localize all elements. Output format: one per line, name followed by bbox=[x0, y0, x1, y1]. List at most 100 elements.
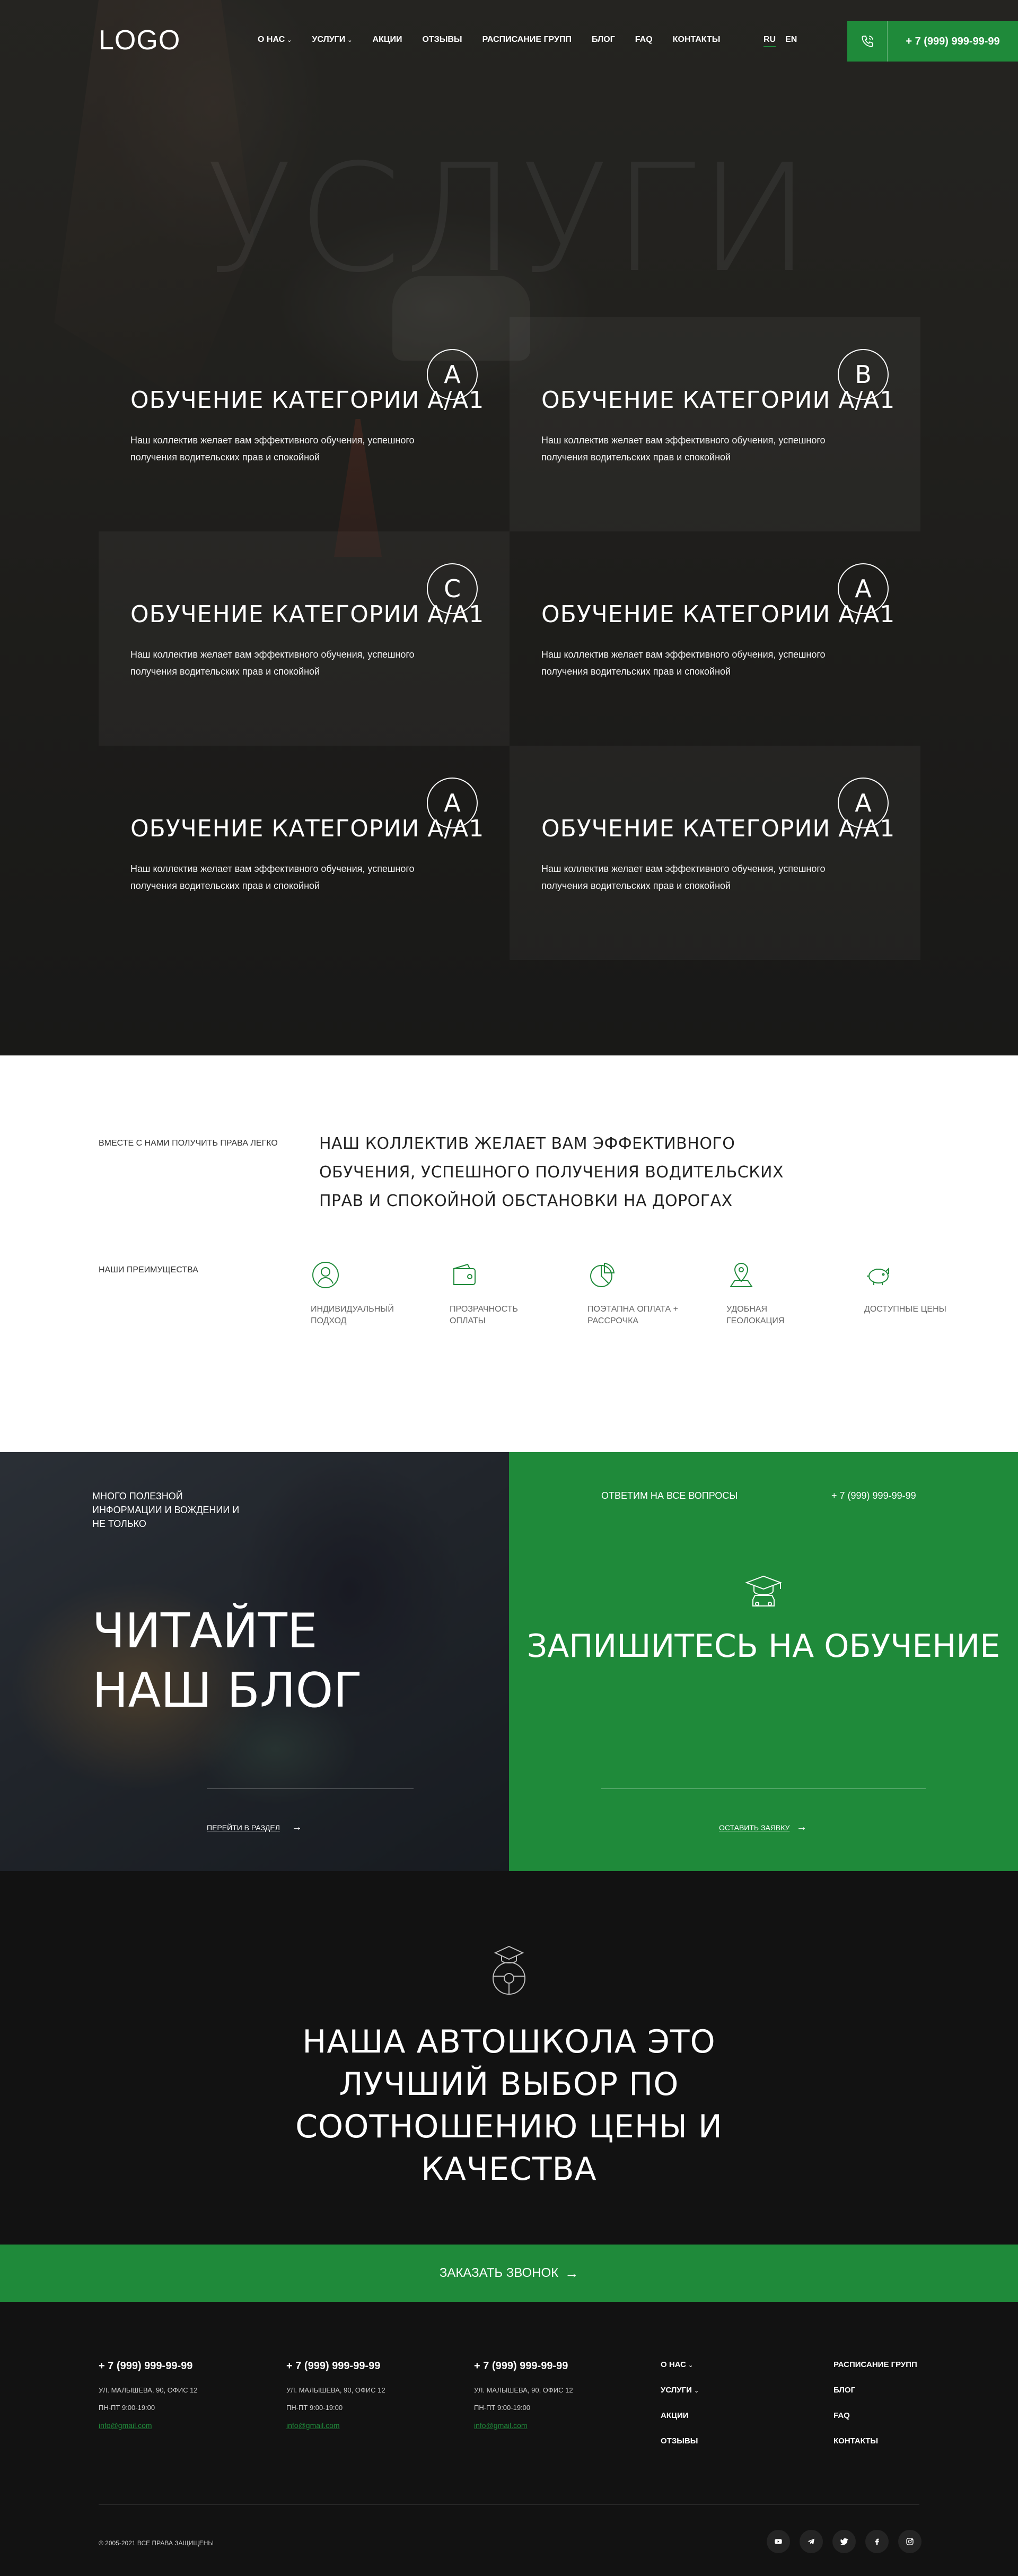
footer-contact: + 7 (999) 999-99-99 УЛ. МАЛЫШЕВА, 90, ОФ… bbox=[474, 2360, 644, 2430]
facebook-icon[interactable] bbox=[865, 2530, 889, 2553]
wallet-icon bbox=[453, 1263, 476, 1285]
advantage-label: ДОСТУПНЫЕ ЦЕНЫ bbox=[864, 1305, 946, 1314]
map-pin-icon bbox=[730, 1262, 753, 1287]
advantage-label: ПРОЗРАЧНОСТЬ ОПЛАТЫ bbox=[450, 1305, 518, 1325]
blog-link[interactable]: ПЕРЕЙТИ В РАЗДЕЛ bbox=[207, 1823, 280, 1832]
advantage-label: УДОБНАЯ ГЕОЛОКАЦИЯ bbox=[726, 1305, 785, 1325]
copyright: © 2005-2021 ВСЕ ПРАВА ЗАЩИЩЕНЫ bbox=[99, 2539, 214, 2547]
footer-link-blog[interactable]: БЛОГ bbox=[833, 2386, 917, 2411]
service-card[interactable]: ОБУЧЕНИЕ КАТЕГОРИИ А/А1 Наш коллектив же… bbox=[510, 317, 920, 531]
category-badge: B bbox=[838, 349, 889, 400]
chevron-down-icon: ⌄ bbox=[694, 2388, 699, 2394]
footer-link-label: О НАС bbox=[661, 2360, 686, 2369]
category-badge: A bbox=[427, 349, 478, 400]
footer-link-about[interactable]: О НАС ⌄ bbox=[661, 2360, 699, 2386]
advantage-item: УДОБНАЯ ГЕОЛОКАЦИЯ bbox=[726, 1260, 822, 1327]
nav-item-faq[interactable]: FAQ bbox=[635, 35, 653, 45]
youtube-icon[interactable] bbox=[767, 2530, 790, 2553]
service-card[interactable]: ОБУЧЕНИЕ КАТЕГОРИИ А/А1 Наш коллектив же… bbox=[99, 317, 510, 531]
blog-title: ЧИТАЙТЕ НАШ БЛОГ bbox=[92, 1603, 363, 1718]
header-phone-button[interactable]: + 7 (999) 999-99-99 bbox=[847, 21, 1018, 62]
instagram-icon[interactable] bbox=[898, 2530, 922, 2553]
tagline-title: НАША АВТОШКОЛА ЭТО ЛУЧШИЙ ВЫБОР ПО СООТН… bbox=[295, 2023, 723, 2188]
service-card[interactable]: ОБУЧЕНИЕ КАТЕГОРИИ А/А1 Наш коллектив же… bbox=[99, 531, 510, 746]
footer-phone[interactable]: + 7 (999) 999-99-99 bbox=[474, 2360, 644, 2372]
nav-item-about[interactable]: О НАС ⌄ bbox=[258, 35, 292, 45]
footer-link-contacts[interactable]: КОНТАКТЫ bbox=[833, 2437, 917, 2462]
hero-watermark: УСЛУГИ bbox=[204, 133, 814, 305]
footer-hours: ПН-ПТ 9:00-19:00 bbox=[286, 2404, 343, 2412]
logo[interactable]: LOGO bbox=[99, 24, 180, 56]
tagline-section: НАША АВТОШКОЛА ЭТО ЛУЧШИЙ ВЫБОР ПО СООТН… bbox=[0, 1871, 1018, 2245]
footer-phone[interactable]: + 7 (999) 999-99-99 bbox=[286, 2360, 456, 2372]
advantage-item: ПРОЗРАЧНОСТЬ ОПЛАТЫ bbox=[450, 1260, 545, 1327]
footer-address: УЛ. МАЛЫШЕВА, 90, ОФИС 12 bbox=[99, 2386, 198, 2394]
footer-contact: + 7 (999) 999-99-99 УЛ. МАЛЫШЕВА, 90, ОФ… bbox=[99, 2360, 268, 2430]
blog-promo: МНОГО ПОЛЕЗНОЙ ИНФОРМАЦИИ И ВОЖДЕНИИ И Н… bbox=[0, 1452, 509, 1871]
footer-link-faq[interactable]: FAQ bbox=[833, 2411, 917, 2437]
phone-icon bbox=[847, 21, 888, 62]
service-card[interactable]: ОБУЧЕНИЕ КАТЕГОРИИ А/А1 Наш коллектив же… bbox=[510, 531, 920, 746]
about-text: НАШ КОЛЛЕКТИВ ЖЕЛАЕТ ВАМ ЭФФЕКТИВНОГО ОБ… bbox=[319, 1134, 784, 1210]
footer-phone[interactable]: + 7 (999) 999-99-99 bbox=[99, 2360, 268, 2372]
site-header: LOGO О НАС ⌄ УСЛУГИ ⌄ АКЦИИ ОТЗЫВЫ РАСПИСА… bbox=[0, 0, 1018, 64]
advantages-label: НАШИ ПРЕИМУЩЕСТВА bbox=[99, 1265, 198, 1274]
footer-address: УЛ. МАЛЫШЕВА, 90, ОФИС 12 bbox=[474, 2386, 573, 2394]
service-description: Наш коллектив желает вам эффективного об… bbox=[541, 435, 826, 462]
footer-email[interactable]: info@gmail.com bbox=[474, 2421, 644, 2430]
footer-link-reviews[interactable]: ОТЗЫВЫ bbox=[661, 2437, 699, 2462]
category-badge: A bbox=[838, 778, 889, 828]
footer-divider bbox=[99, 2504, 919, 2505]
header-phone-number: + 7 (999) 999-99-99 bbox=[906, 35, 1000, 47]
graduation-car-icon bbox=[745, 1575, 782, 1606]
footer-email[interactable]: info@gmail.com bbox=[99, 2421, 268, 2430]
lang-ru[interactable]: RU bbox=[763, 35, 776, 47]
blog-kicker: МНОГО ПОЛЕЗНОЙ ИНФОРМАЦИИ И ВОЖДЕНИИ И Н… bbox=[92, 1491, 240, 1529]
nav-item-schedule[interactable]: РАСПИСАНИЕ ГРУПП bbox=[482, 35, 572, 45]
footer-link-promotions[interactable]: АКЦИИ bbox=[661, 2411, 699, 2437]
footer-hours: ПН-ПТ 9:00-19:00 bbox=[474, 2404, 531, 2412]
services-grid: ОБУЧЕНИЕ КАТЕГОРИИ А/А1 Наш коллектив же… bbox=[99, 317, 920, 960]
service-description: Наш коллектив желает вам эффективного об… bbox=[130, 863, 415, 891]
signup-promo: ОТВЕТИМ НА ВСЕ ВОПРОСЫ + 7 (999) 999-99-… bbox=[509, 1452, 1018, 1871]
order-call-button[interactable]: ЗАКАЗАТЬ ЗВОНОК → bbox=[0, 2245, 1018, 2302]
signup-title: ЗАПИШИТЕСЬ НА ОБУЧЕНИЕ bbox=[526, 1628, 1001, 1665]
service-description: Наш коллектив желает вам эффективного об… bbox=[541, 649, 826, 677]
graduation-wheel-icon bbox=[493, 1945, 525, 1995]
footer-link-services[interactable]: УСЛУГИ ⌄ bbox=[661, 2386, 699, 2411]
about-section: ВМЕСТЕ С НАМИ ПОЛУЧИТЬ ПРАВА ЛЕГКО НАШ К… bbox=[0, 1055, 1018, 1452]
advantage-item: ПОЭТАПНА ОПЛАТА + РАССРОЧКА bbox=[587, 1260, 683, 1327]
category-badge: A bbox=[838, 563, 889, 614]
nav-label: О НАС bbox=[258, 35, 285, 44]
language-switcher: RU EN bbox=[763, 35, 797, 47]
service-description: Наш коллектив желает вам эффективного об… bbox=[130, 649, 415, 677]
twitter-icon[interactable] bbox=[832, 2530, 856, 2553]
service-card[interactable]: ОБУЧЕНИЕ КАТЕГОРИИ А/А1 Наш коллектив же… bbox=[99, 746, 510, 960]
telegram-icon[interactable] bbox=[800, 2530, 823, 2553]
piggy-bank-icon bbox=[867, 1267, 889, 1285]
footer-link-label: УСЛУГИ bbox=[661, 2386, 692, 2395]
service-card[interactable]: ОБУЧЕНИЕ КАТЕГОРИИ А/А1 Наш коллектив же… bbox=[510, 746, 920, 960]
footer-link-schedule[interactable]: РАСПИСАНИЕ ГРУПП bbox=[833, 2360, 917, 2386]
nav-item-blog[interactable]: БЛОГ bbox=[592, 35, 615, 45]
arrow-right-icon[interactable]: → bbox=[292, 1821, 302, 1833]
footer-email[interactable]: info@gmail.com bbox=[286, 2421, 456, 2430]
divider bbox=[207, 1788, 414, 1789]
footer-menu-secondary: РАСПИСАНИЕ ГРУПП БЛОГ FAQ КОНТАКТЫ bbox=[833, 2360, 917, 2462]
about-label: ВМЕСТЕ С НАМИ ПОЛУЧИТЬ ПРАВА ЛЕГКО bbox=[99, 1139, 278, 1148]
nav-item-promotions[interactable]: АКЦИИ bbox=[372, 35, 402, 45]
signup-phone[interactable]: + 7 (999) 999-99-99 bbox=[831, 1490, 916, 1501]
arrow-right-icon: → bbox=[565, 2265, 579, 2281]
signup-link[interactable]: ОСТАВИТЬ ЗАЯВКУ bbox=[719, 1823, 789, 1832]
advantage-label: ИНДИВИДУАЛЬНЫЙ ПОДХОД bbox=[311, 1305, 394, 1325]
category-badge: C bbox=[427, 563, 478, 614]
lang-en[interactable]: EN bbox=[785, 35, 797, 47]
nav-item-services[interactable]: УСЛУГИ ⌄ bbox=[312, 35, 352, 45]
signup-question: ОТВЕТИМ НА ВСЕ ВОПРОСЫ bbox=[601, 1490, 738, 1501]
nav-item-contacts[interactable]: КОНТАКТЫ bbox=[673, 35, 721, 45]
arrow-right-icon[interactable]: → bbox=[796, 1821, 807, 1833]
nav-item-reviews[interactable]: ОТЗЫВЫ bbox=[422, 35, 462, 45]
main-nav: О НАС ⌄ УСЛУГИ ⌄ АКЦИИ ОТЗЫВЫ РАСПИСАНИЕ Г… bbox=[258, 35, 740, 45]
service-description: Наш коллектив желает вам эффективного об… bbox=[541, 863, 826, 891]
chevron-down-icon: ⌄ bbox=[688, 2362, 694, 2369]
